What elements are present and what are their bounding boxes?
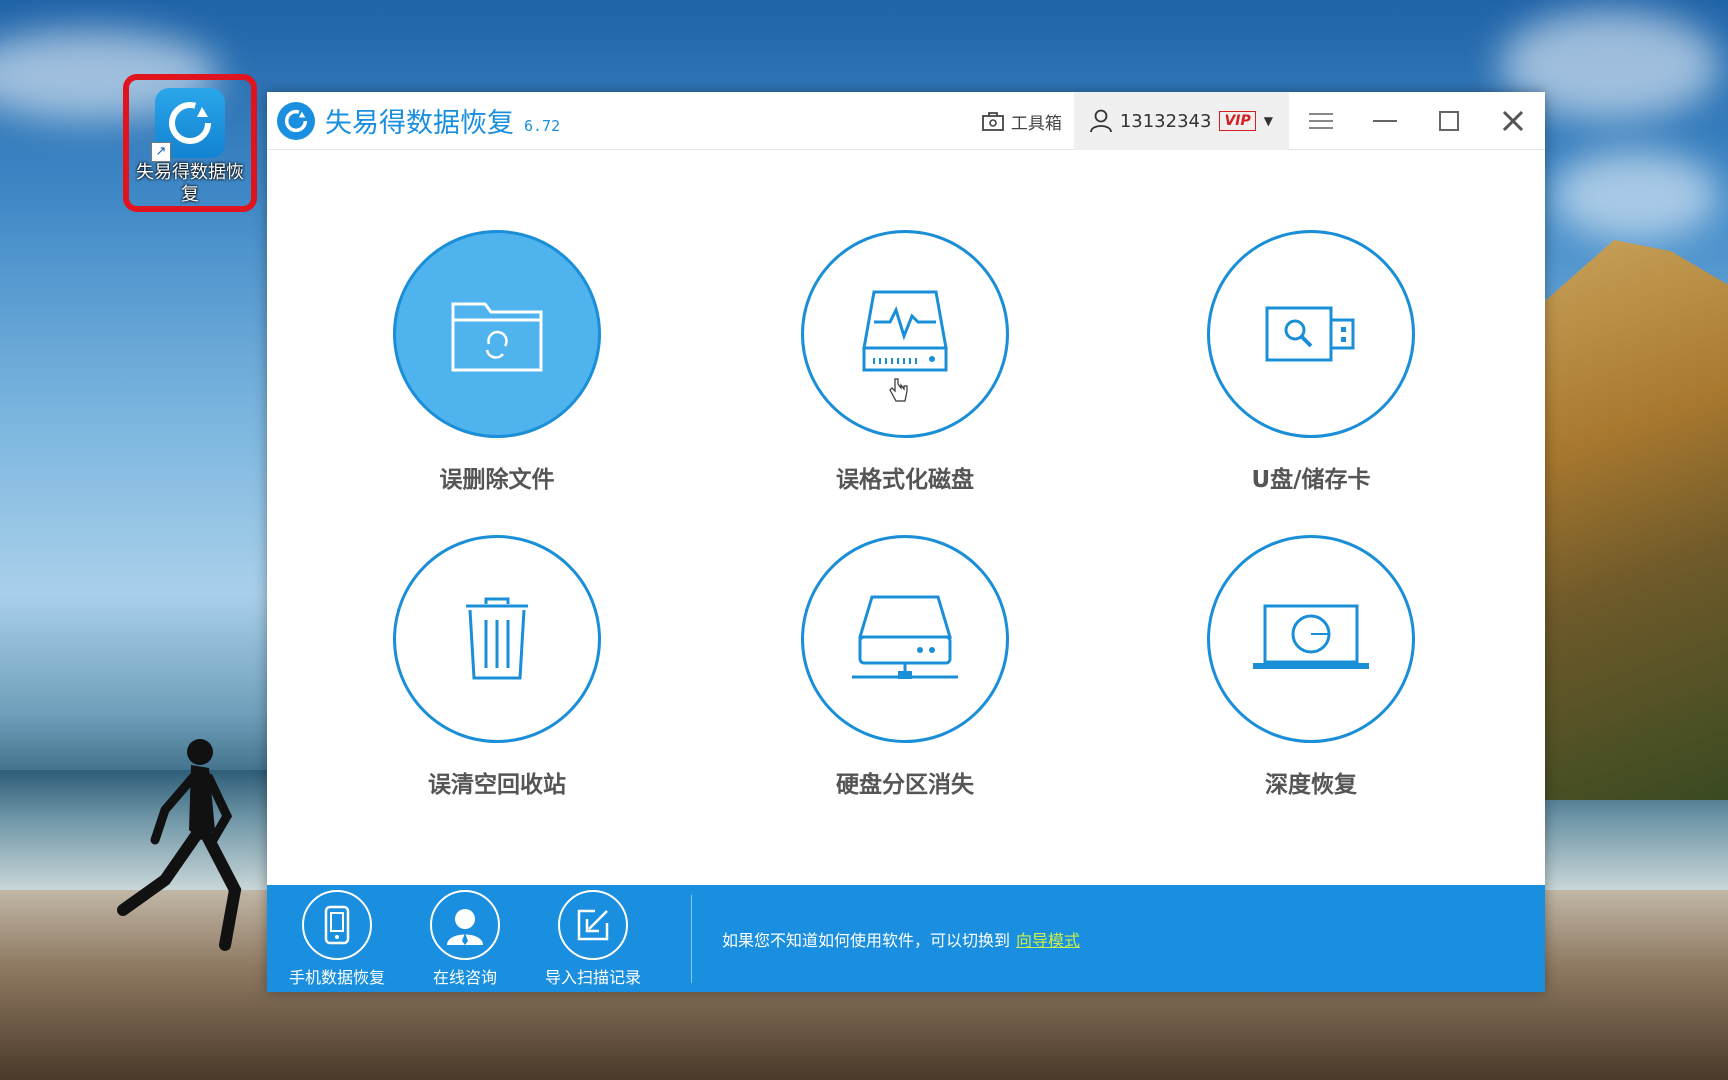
tile-usb-card[interactable]: U盘/储存卡 bbox=[1161, 230, 1461, 494]
app-logo-icon bbox=[277, 101, 315, 140]
title-bar[interactable]: 失易得数据恢复 6.72 工具箱 13132343 VIP ▼ bbox=[267, 92, 1545, 150]
user-id: 13132343 bbox=[1119, 110, 1212, 132]
tile-label: U盘/储存卡 bbox=[1251, 467, 1371, 493]
shortcut-label: 失易得数据恢复 bbox=[136, 162, 244, 205]
hamburger-menu-icon bbox=[1309, 113, 1333, 129]
trash-icon bbox=[466, 597, 528, 680]
minimize-button[interactable] bbox=[1353, 92, 1417, 150]
tile-formatted-disk[interactable]: 误格式化磁盘 bbox=[755, 230, 1055, 494]
recovery-logo-icon bbox=[284, 109, 308, 132]
support-agent-icon bbox=[447, 908, 483, 945]
vip-badge: VIP bbox=[1219, 111, 1256, 131]
app-version: 6.72 bbox=[524, 116, 561, 135]
import-icon bbox=[577, 909, 609, 940]
tile-circle[interactable] bbox=[801, 535, 1009, 743]
desktop-shortcut[interactable]: ↗ 失易得数据恢复 bbox=[123, 74, 257, 212]
tile-deep-recovery[interactable]: 深度恢复 bbox=[1161, 535, 1461, 799]
online-consult-button[interactable]: 在线咨询 bbox=[401, 889, 529, 988]
tile-circle[interactable] bbox=[393, 535, 601, 743]
footer-bar: 手机数据恢复 在线咨询 导入扫描记录 如果您不知道如何使用软件，可以切换到 向导… bbox=[267, 885, 1545, 992]
maximize-button[interactable] bbox=[1417, 92, 1481, 150]
chevron-down-icon[interactable]: ▼ bbox=[1264, 114, 1273, 128]
footer-button-label: 手机数据恢复 bbox=[288, 967, 385, 987]
desktop-cliff bbox=[1538, 240, 1728, 800]
phone-icon bbox=[324, 905, 350, 944]
guide-hint: 如果您不知道如何使用软件，可以切换到 向导模式 bbox=[722, 927, 1080, 951]
wizard-mode-link[interactable]: 向导模式 bbox=[1016, 931, 1080, 950]
tile-label: 误格式化磁盘 bbox=[836, 467, 974, 493]
guide-hint-text: 如果您不知道如何使用软件，可以切换到 bbox=[722, 930, 1011, 950]
app-title: 失易得数据恢复 bbox=[325, 108, 514, 139]
tile-label: 深度恢复 bbox=[1265, 772, 1357, 798]
runner-silhouette bbox=[117, 739, 242, 951]
recovery-logo-icon bbox=[169, 102, 211, 144]
tile-label: 硬盘分区消失 bbox=[836, 772, 974, 798]
hand-cursor-icon bbox=[889, 378, 908, 402]
tile-recycle-bin[interactable]: 误清空回收站 bbox=[347, 535, 647, 799]
footer-button-label: 导入扫描记录 bbox=[544, 967, 641, 987]
tile-label: 误清空回收站 bbox=[428, 772, 566, 798]
minimize-icon bbox=[1373, 120, 1397, 122]
close-icon bbox=[1502, 110, 1524, 132]
recovery-mode-grid: 误删除文件 误格式化磁盘 U盘/储存卡 误清空回收站 硬盘分区消失 深度恢复 bbox=[267, 150, 1545, 885]
footer-icon-circle bbox=[558, 889, 628, 960]
tile-circle[interactable] bbox=[1207, 230, 1415, 438]
menu-button[interactable] bbox=[1289, 92, 1353, 150]
toolbox-button[interactable]: 工具箱 bbox=[981, 109, 1062, 134]
laptop-scan-icon bbox=[1253, 604, 1369, 669]
tile-circle[interactable] bbox=[801, 230, 1009, 438]
footer-icon-circle bbox=[302, 889, 372, 960]
maximize-icon bbox=[1439, 111, 1459, 131]
app-window: 失易得数据恢复 6.72 工具箱 13132343 VIP ▼ 误删除文件 误格… bbox=[267, 92, 1545, 992]
tile-circle[interactable] bbox=[393, 230, 601, 438]
import-scan-record-button[interactable]: 导入扫描记录 bbox=[529, 889, 657, 988]
close-button[interactable] bbox=[1481, 92, 1545, 150]
desktop-cloud bbox=[1550, 150, 1720, 240]
user-icon bbox=[1089, 109, 1112, 133]
tile-lost-partition[interactable]: 硬盘分区消失 bbox=[755, 535, 1055, 799]
toolbox-label: 工具箱 bbox=[1010, 113, 1062, 134]
footer-divider bbox=[691, 894, 692, 983]
hard-drive-icon bbox=[852, 595, 958, 679]
tile-label: 误删除文件 bbox=[439, 467, 555, 493]
folder-recycle-icon bbox=[451, 302, 543, 372]
footer-button-label: 在线咨询 bbox=[432, 967, 497, 987]
tile-deleted-files[interactable]: 误删除文件 bbox=[347, 230, 647, 494]
disk-format-icon bbox=[862, 290, 948, 372]
tile-circle[interactable] bbox=[1207, 535, 1415, 743]
user-account-menu[interactable]: 13132343 VIP ▼ bbox=[1073, 92, 1289, 150]
footer-icon-circle bbox=[430, 889, 500, 960]
shortcut-arrow-icon: ↗ bbox=[151, 142, 171, 162]
app-shortcut-icon: ↗ bbox=[151, 88, 225, 162]
phone-recovery-button[interactable]: 手机数据恢复 bbox=[273, 889, 401, 988]
toolbox-icon bbox=[981, 112, 1004, 131]
usb-drive-icon bbox=[1265, 306, 1355, 362]
